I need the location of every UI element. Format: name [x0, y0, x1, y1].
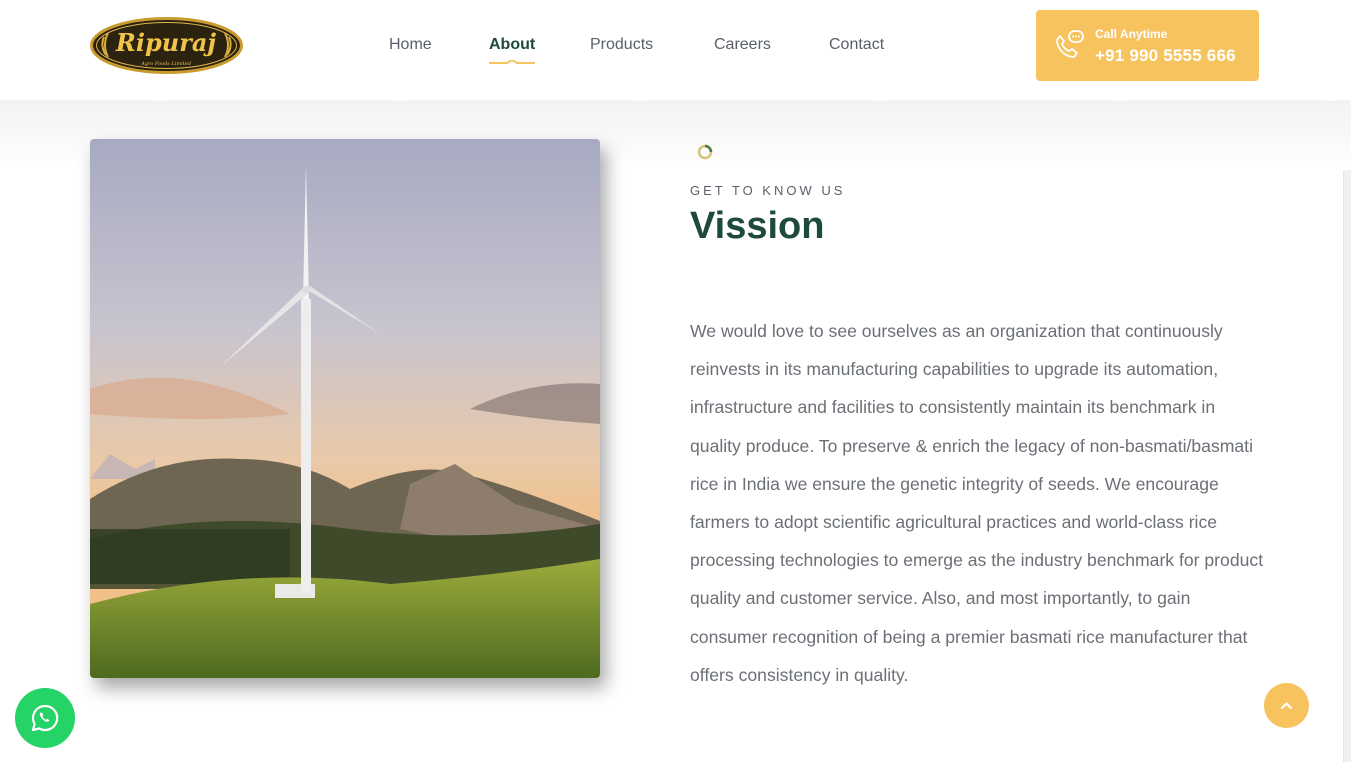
- call-label: Call Anytime: [1095, 27, 1168, 41]
- section-eyebrow: GET TO KNOW US: [690, 183, 846, 198]
- call-anytime-button[interactable]: Call Anytime +91 990 5555 666: [1036, 10, 1259, 81]
- logo-tagline: Agro Foods Limited: [140, 61, 191, 67]
- active-underline: [489, 60, 535, 64]
- nav-products[interactable]: Products: [590, 36, 653, 54]
- whatsapp-button[interactable]: [15, 688, 75, 748]
- vision-paragraph: We would love to see ourselves as an org…: [690, 321, 1264, 685]
- nav-about-label: About: [489, 36, 536, 53]
- brand-logo[interactable]: Ripuraj Agro Foods Limited: [90, 17, 243, 74]
- nav-about[interactable]: About: [489, 36, 536, 64]
- nav-home[interactable]: Home: [389, 36, 432, 54]
- nav-contact[interactable]: Contact: [829, 36, 884, 54]
- loading-spinner-icon: [697, 144, 713, 160]
- nav-careers[interactable]: Careers: [714, 36, 771, 54]
- call-phone-number: +91 990 5555 666: [1095, 46, 1236, 65]
- wind-turbine-image: [90, 139, 600, 678]
- torn-paper-edge: [0, 88, 1351, 101]
- phone-chat-icon: [1056, 30, 1084, 58]
- scroll-to-top-button[interactable]: [1264, 683, 1309, 728]
- whatsapp-icon: [31, 704, 59, 732]
- logo-emblem: Ripuraj Agro Foods Limited: [90, 17, 243, 74]
- logo-wordmark: Ripuraj: [115, 28, 216, 57]
- section-title: Vission: [690, 205, 825, 247]
- chevron-up-icon: [1280, 702, 1293, 710]
- site-header: Ripuraj Agro Foods Limited Home About Pr…: [0, 0, 1351, 100]
